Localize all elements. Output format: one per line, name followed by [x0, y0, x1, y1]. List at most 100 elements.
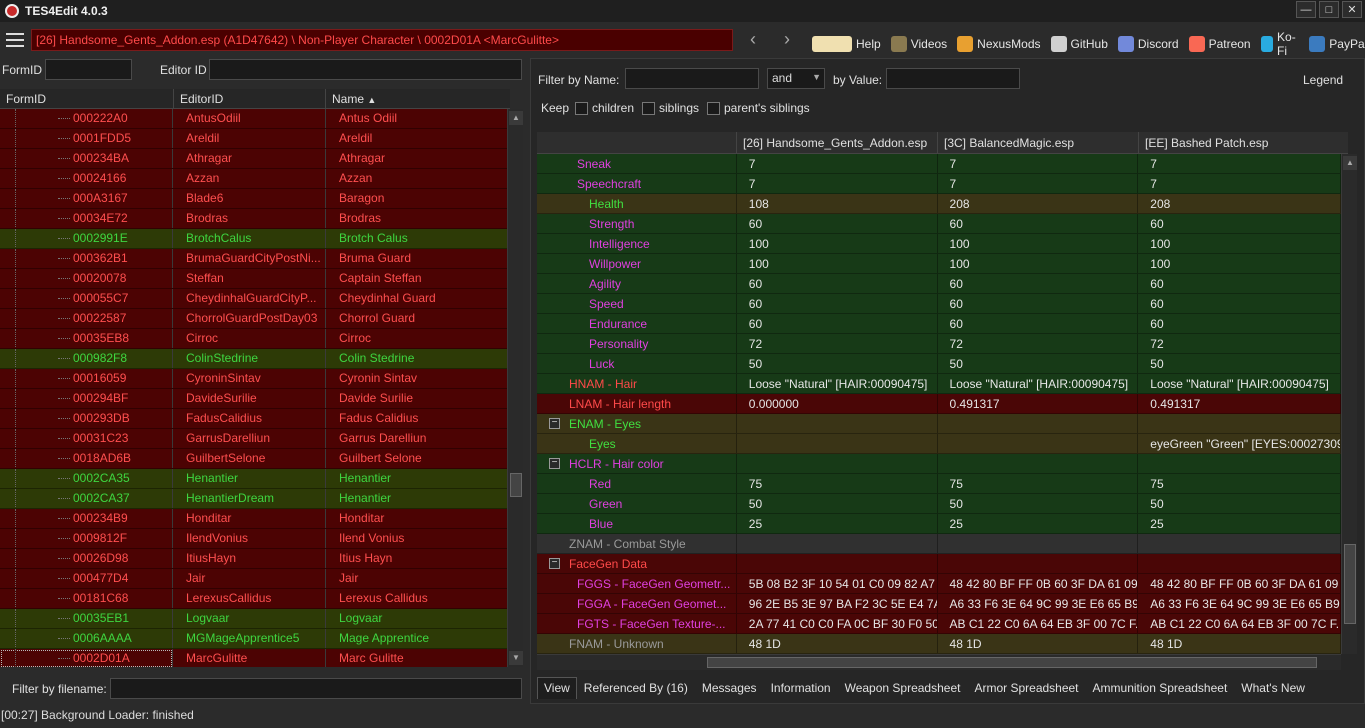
- formid-filter-input[interactable]: [45, 59, 132, 80]
- collapse-icon[interactable]: −: [549, 418, 560, 429]
- record-row[interactable]: Green 50 50 50: [537, 494, 1341, 514]
- table-row[interactable]: 000234BA Athragar Athragar: [0, 149, 507, 169]
- collapse-icon[interactable]: −: [549, 558, 560, 569]
- record-view-scrollbar[interactable]: ▲: [1341, 154, 1357, 654]
- table-row[interactable]: 000362B1 BrumaGuardCityPostNi... Bruma Gua…: [0, 249, 507, 269]
- column-formid[interactable]: FormID: [0, 89, 174, 108]
- table-row[interactable]: 00020078 Steffan Captain Steffan: [0, 269, 507, 289]
- record-row[interactable]: FGGS - FaceGen Geometr... 5B 08 B2 3F 10 …: [537, 574, 1341, 594]
- keep-parents-siblings-checkbox[interactable]: parent's siblings: [707, 101, 810, 116]
- filter-name-input[interactable]: [625, 68, 759, 89]
- record-row[interactable]: Luck 50 50 50: [537, 354, 1341, 374]
- link-help[interactable]: Help: [812, 36, 881, 52]
- table-row[interactable]: 00181C68 LerexusCallidus Lerexus Callidus: [0, 589, 507, 609]
- record-row[interactable]: HNAM - Hair Loose "Natural" [HAIR:0009047…: [537, 374, 1341, 394]
- record-row[interactable]: FGGA - FaceGen Geomet... 96 2E B5 3E 97 B…: [537, 594, 1341, 614]
- table-row[interactable]: 000234B9 Honditar Honditar: [0, 509, 507, 529]
- record-row[interactable]: Speechcraft 7 7 7: [537, 174, 1341, 194]
- record-row[interactable]: FGTS - FaceGen Texture-... 2A 77 41 C0 C0…: [537, 614, 1341, 634]
- record-row[interactable]: Sneak 7 7 7: [537, 154, 1341, 174]
- table-row[interactable]: 0009812F IlendVonius Ilend Vonius: [0, 529, 507, 549]
- table-row[interactable]: 000477D4 Jair Jair: [0, 569, 507, 589]
- by-value-input[interactable]: [886, 68, 1020, 89]
- record-row[interactable]: ZNAM - Combat Style: [537, 534, 1341, 554]
- table-row[interactable]: 00035EB1 Logvaar Logvaar: [0, 609, 507, 629]
- tab-view[interactable]: View: [537, 677, 577, 699]
- minimize-button[interactable]: —: [1296, 1, 1316, 18]
- table-row[interactable]: 0006AAAA MGMageApprentice5 Mage Apprentice: [0, 629, 507, 649]
- record-list-scrollbar[interactable]: ▲ ▼: [507, 109, 523, 667]
- column-editorid[interactable]: EditorID: [174, 89, 326, 108]
- scroll-up-icon[interactable]: ▲: [509, 111, 523, 125]
- menu-icon[interactable]: [6, 33, 24, 47]
- maximize-button[interactable]: □: [1319, 1, 1339, 18]
- record-row[interactable]: Blue 25 25 25: [537, 514, 1341, 534]
- link-github[interactable]: GitHub: [1050, 36, 1108, 52]
- tab-information[interactable]: Information: [764, 677, 838, 699]
- record-row[interactable]: Eyes eyeGreen "Green" [EYES:00027309]: [537, 434, 1341, 454]
- table-row[interactable]: 0018AD6B GuilbertSelone Guilbert Selone: [0, 449, 507, 469]
- scroll-thumb[interactable]: [510, 473, 522, 497]
- table-row[interactable]: 0002CA35 Henantier Henantier: [0, 469, 507, 489]
- hscroll-thumb[interactable]: [707, 657, 1317, 668]
- table-row[interactable]: 000293DB FadusCalidius Fadus Calidius: [0, 409, 507, 429]
- record-row[interactable]: Health 108 208 208: [537, 194, 1341, 214]
- link-ko-fi[interactable]: Ko-Fi: [1260, 30, 1300, 58]
- record-row[interactable]: LNAM - Hair length 0.000000 0.491317 0.4913…: [537, 394, 1341, 414]
- scroll-thumb[interactable]: [1344, 544, 1356, 624]
- legend-button[interactable]: Legend: [1303, 73, 1343, 87]
- link-discord[interactable]: Discord: [1117, 36, 1179, 52]
- table-row[interactable]: 0002CA37 HenantierDream Henantier: [0, 489, 507, 509]
- table-row[interactable]: 00016059 CyroninSintav Cyronin Sintav: [0, 369, 507, 389]
- table-row[interactable]: 000982F8 ColinStedrine Colin Stedrine: [0, 349, 507, 369]
- scroll-down-icon[interactable]: ▼: [509, 651, 523, 665]
- table-row[interactable]: 000222A0 AntusOdiil Antus Odiil: [0, 109, 507, 129]
- table-row[interactable]: 0002D01A MarcGulitte Marc Gulitte: [0, 649, 507, 667]
- keep-siblings-checkbox[interactable]: siblings: [642, 101, 699, 116]
- filename-filter-input[interactable]: [110, 678, 522, 699]
- tab-ammunition-spreadsheet[interactable]: Ammunition Spreadsheet: [1086, 677, 1235, 699]
- back-arrow-icon[interactable]: ‹: [743, 29, 763, 49]
- and-or-select[interactable]: and ▼: [767, 68, 825, 89]
- record-path-field[interactable]: [26] Handsome_Gents_Addon.esp (A1D47642)…: [31, 29, 733, 51]
- record-row[interactable]: Strength 60 60 60: [537, 214, 1341, 234]
- link-nexusmods[interactable]: NexusMods: [957, 36, 1041, 52]
- tab-armor-spreadsheet[interactable]: Armor Spreadsheet: [967, 677, 1085, 699]
- column-plugin-2[interactable]: [3C] BalancedMagic.esp: [938, 132, 1139, 153]
- table-row[interactable]: 0002991E BrotchCalus Brotch Calus: [0, 229, 507, 249]
- record-row[interactable]: Speed 60 60 60: [537, 294, 1341, 314]
- link-paypal[interactable]: PayPal: [1309, 36, 1365, 52]
- close-button[interactable]: ✕: [1342, 1, 1362, 18]
- record-view-hscrollbar[interactable]: [537, 654, 1341, 670]
- tab-referenced-by-16[interactable]: Referenced By (16): [577, 677, 695, 699]
- table-row[interactable]: 00034E72 Brodras Brodras: [0, 209, 507, 229]
- record-row[interactable]: Red 75 75 75: [537, 474, 1341, 494]
- record-row[interactable]: Agility 60 60 60: [537, 274, 1341, 294]
- tab-what-s-new[interactable]: What's New: [1234, 677, 1312, 699]
- editorid-filter-input[interactable]: [209, 59, 522, 80]
- column-plugin-3[interactable]: [EE] Bashed Patch.esp: [1139, 132, 1348, 153]
- table-row[interactable]: 00026D98 ItiusHayn Itius Hayn: [0, 549, 507, 569]
- tab-messages[interactable]: Messages: [695, 677, 764, 699]
- forward-arrow-icon[interactable]: ›: [777, 29, 797, 49]
- link-patreon[interactable]: Patreon: [1188, 36, 1251, 52]
- table-row[interactable]: 0001FDD5 Areldil Areldil: [0, 129, 507, 149]
- record-row[interactable]: − HCLR - Hair color: [537, 454, 1341, 474]
- tab-weapon-spreadsheet[interactable]: Weapon Spreadsheet: [838, 677, 968, 699]
- table-row[interactable]: 00022587 ChorrolGuardPostDay03 Chorrol Gua…: [0, 309, 507, 329]
- collapse-icon[interactable]: −: [549, 458, 560, 469]
- table-row[interactable]: 000A3167 Blade6 Baragon: [0, 189, 507, 209]
- table-row[interactable]: 00035EB8 Cirroc Cirroc: [0, 329, 507, 349]
- record-row[interactable]: Endurance 60 60 60: [537, 314, 1341, 334]
- keep-children-checkbox[interactable]: children: [575, 101, 634, 116]
- table-row[interactable]: 000294BF DavideSurilie Davide Surilie: [0, 389, 507, 409]
- record-row[interactable]: Willpower 100 100 100: [537, 254, 1341, 274]
- record-row[interactable]: FNAM - Unknown 48 1D 48 1D 48 1D: [537, 634, 1341, 654]
- link-videos[interactable]: Videos: [890, 36, 947, 52]
- record-row[interactable]: − ENAM - Eyes: [537, 414, 1341, 434]
- record-row[interactable]: Intelligence 100 100 100: [537, 234, 1341, 254]
- table-row[interactable]: 000055C7 CheydinhalGuardCityP... Cheydinha…: [0, 289, 507, 309]
- scroll-up-icon[interactable]: ▲: [1343, 156, 1357, 170]
- table-row[interactable]: 00024166 Azzan Azzan: [0, 169, 507, 189]
- record-row[interactable]: Personality 72 72 72: [537, 334, 1341, 354]
